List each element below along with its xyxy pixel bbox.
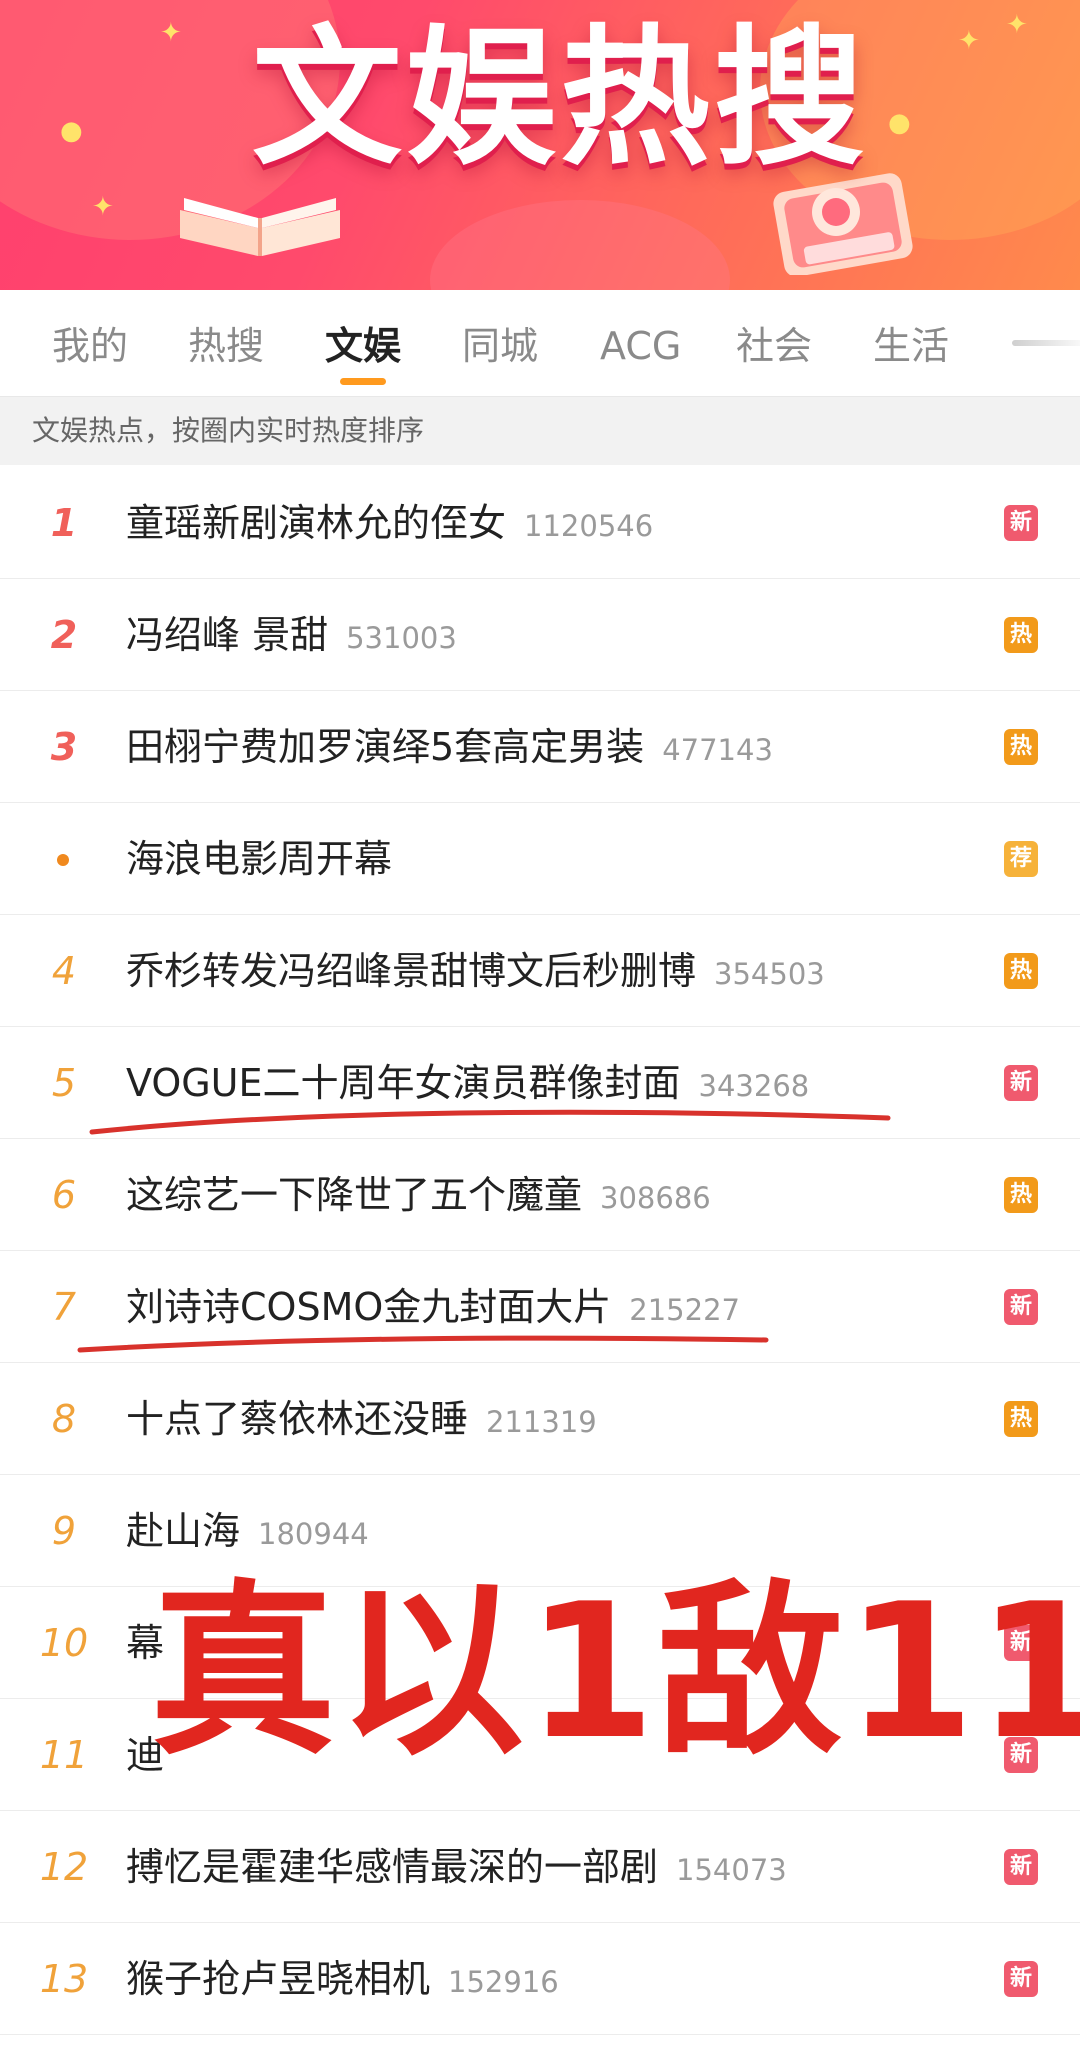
- rank-number: 9: [51, 1509, 77, 1553]
- trending-row[interactable]: 1 童瑶新剧演林允的侄女 1120546 新: [0, 467, 1080, 579]
- trending-list: 1 童瑶新剧演林允的侄女 1120546 新 2 冯绍峰 景甜 531003 热 3…: [0, 467, 1080, 2035]
- category-tabs: 我的 热搜 文娱 同城 ACG 社会 生活: [0, 290, 1080, 397]
- new-badge: 新: [1004, 1289, 1038, 1325]
- sparkle-icon: ●: [888, 108, 911, 138]
- heat-count: 154073: [676, 1853, 787, 1887]
- trending-title-text: 刘诗诗COSMO金九封面大片: [126, 1285, 612, 1329]
- rank-number: 2: [50, 613, 78, 657]
- banner-glow-shape: [430, 200, 730, 290]
- new-badge: 新: [1004, 505, 1038, 541]
- rank-number: 12: [39, 1845, 89, 1889]
- list-description: 文娱热点，按圈内实时热度排序: [0, 397, 1080, 465]
- trending-title[interactable]: 十点了蔡依林还没睡 211319: [126, 1363, 597, 1475]
- rank-number: 4: [51, 949, 77, 993]
- sparkle-icon: ✦: [1006, 10, 1028, 40]
- trending-title[interactable]: 乔杉转发冯绍峰景甜博文后秒删博 354503: [126, 915, 825, 1027]
- trending-row[interactable]: 2 冯绍峰 景甜 531003 热: [0, 579, 1080, 691]
- trending-title-text: 乔杉转发冯绍峰景甜博文后秒删博: [126, 949, 697, 993]
- trending-title-text: VOGUE二十周年女演员群像封面: [126, 1061, 681, 1105]
- sparkle-icon: ✦: [958, 26, 980, 56]
- sparkle-icon: ✦: [92, 192, 114, 222]
- trending-title[interactable]: 刘诗诗COSMO金九封面大片 215227: [126, 1251, 740, 1363]
- heat-count: 531003: [346, 621, 457, 655]
- trending-title[interactable]: 田栩宁费加罗演绎5套高定男装 477143: [126, 691, 773, 803]
- trending-title[interactable]: 这综艺一下降世了五个魔童 308686: [126, 1139, 711, 1251]
- tab-life[interactable]: 生活: [873, 290, 949, 396]
- trending-row[interactable]: 4 乔杉转发冯绍峰景甜博文后秒删博 354503 热: [0, 915, 1080, 1027]
- rank-number: 7: [51, 1285, 77, 1329]
- heat-count: 211319: [486, 1405, 597, 1439]
- overlay-caption: 真以1敌11: [150, 1563, 1080, 1780]
- rank-number: 3: [50, 725, 78, 769]
- trending-row[interactable]: 5 VOGUE二十周年女演员群像封面 343268 新: [0, 1027, 1080, 1139]
- tab-society[interactable]: 社会: [736, 290, 812, 396]
- trending-title-text: 赴山海: [126, 1509, 241, 1553]
- hot-badge: 热: [1004, 729, 1038, 765]
- trending-title-text: 冯绍峰 景甜: [126, 613, 329, 657]
- rank-number: 10: [39, 1621, 89, 1665]
- trending-title-text: 猴子抢卢昱晓相机: [126, 1957, 431, 2001]
- new-badge: 新: [1004, 1065, 1038, 1101]
- trending-title[interactable]: 猴子抢卢昱晓相机 152916: [126, 1923, 559, 2035]
- trending-row[interactable]: 8 十点了蔡依林还没睡 211319 热: [0, 1363, 1080, 1475]
- tab-mine[interactable]: 我的: [52, 290, 128, 396]
- tab-overflow-fade: [1012, 340, 1080, 346]
- rank-number: 11: [39, 1733, 89, 1777]
- hot-badge: 热: [1004, 1401, 1038, 1437]
- new-badge: 新: [1004, 1961, 1038, 1997]
- heat-count: 215227: [629, 1293, 740, 1327]
- heat-count: 343268: [698, 1069, 810, 1103]
- banner: ● ✦ ✦ ✦ ✦ ● 文娱热搜: [0, 0, 1080, 290]
- trending-title-text: 这综艺一下降世了五个魔童: [126, 1173, 583, 1217]
- trending-row-promoted[interactable]: 海浪电影周开幕 荐: [0, 803, 1080, 915]
- new-badge: 新: [1004, 1849, 1038, 1885]
- recommended-badge: 荐: [1004, 841, 1038, 877]
- rank-number: 8: [51, 1397, 77, 1441]
- heat-count: 308686: [600, 1181, 711, 1215]
- heat-count: 477143: [662, 733, 773, 767]
- trending-title[interactable]: 海浪电影周开幕: [126, 803, 392, 915]
- trending-row[interactable]: 3 田栩宁费加罗演绎5套高定男装 477143 热: [0, 691, 1080, 803]
- trending-row[interactable]: 13 猴子抢卢昱晓相机 152916 新: [0, 1923, 1080, 2035]
- trending-title[interactable]: 搏忆是霍建华感情最深的一部剧 154073: [126, 1811, 787, 1923]
- rank-number: 6: [51, 1173, 77, 1217]
- trending-row[interactable]: 6 这综艺一下降世了五个魔童 308686 热: [0, 1139, 1080, 1251]
- tab-local[interactable]: 同城: [462, 290, 538, 396]
- heat-count: 180944: [258, 1517, 369, 1551]
- sparkle-icon: ●: [60, 116, 83, 146]
- tab-acg[interactable]: ACG: [600, 290, 681, 396]
- hot-badge: 热: [1004, 617, 1038, 653]
- trending-title[interactable]: 童瑶新剧演林允的侄女 1120546: [126, 467, 653, 579]
- trending-title[interactable]: VOGUE二十周年女演员群像封面 343268: [126, 1027, 809, 1139]
- rank-number: 5: [51, 1061, 77, 1105]
- trending-row[interactable]: 7 刘诗诗COSMO金九封面大片 215227 新: [0, 1251, 1080, 1363]
- rank-number: 13: [39, 1957, 89, 2001]
- banner-title: 文娱热搜: [251, 12, 868, 186]
- tab-hot-search[interactable]: 热搜: [188, 290, 264, 396]
- trending-title-text: 童瑶新剧演林允的侄女: [126, 501, 507, 545]
- trending-title[interactable]: 冯绍峰 景甜 531003: [126, 579, 457, 691]
- heat-count: 152916: [448, 1965, 559, 1999]
- active-tab-indicator: [340, 378, 386, 385]
- trending-title-text: 田栩宁费加罗演绎5套高定男装: [126, 725, 645, 769]
- heat-count: 354503: [714, 957, 825, 991]
- trending-title-text: 搏忆是霍建华感情最深的一部剧: [126, 1845, 659, 1889]
- heat-count: 1120546: [524, 509, 654, 543]
- sparkle-icon: ✦: [160, 18, 182, 48]
- trending-title-text: 十点了蔡依林还没睡: [126, 1397, 469, 1441]
- promoted-dot-icon: [57, 854, 69, 866]
- rank-number: 1: [50, 501, 78, 545]
- hot-badge: 热: [1004, 1177, 1038, 1213]
- trending-title-text: 海浪电影周开幕: [126, 837, 393, 881]
- trending-row[interactable]: 12 搏忆是霍建华感情最深的一部剧 154073 新: [0, 1811, 1080, 1923]
- list-description-text: 文娱热点，按圈内实时热度排序: [32, 414, 425, 447]
- hot-badge: 热: [1004, 953, 1038, 989]
